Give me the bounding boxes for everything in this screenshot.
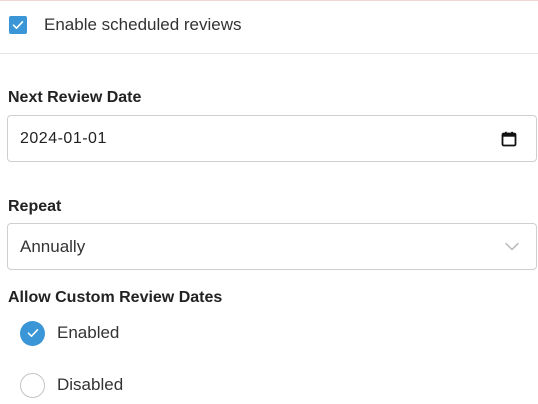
- repeat-selected-value: Annually: [20, 236, 86, 256]
- allow-custom-review-dates-label: Allow Custom Review Dates: [8, 289, 223, 306]
- top-divider: [0, 0, 538, 1]
- radio-option-enabled[interactable]: Enabled: [20, 320, 119, 346]
- next-review-date-label: Next Review Date: [8, 89, 142, 106]
- calendar-icon[interactable]: [501, 131, 517, 147]
- checkbox-checked-icon[interactable]: [9, 16, 27, 34]
- chevron-down-icon: [505, 242, 519, 251]
- radio-option-disabled[interactable]: Disabled: [20, 372, 123, 398]
- next-review-date-input[interactable]: 2024-01-01: [7, 115, 537, 162]
- radio-enabled-label: Enabled: [57, 323, 120, 342]
- radio-selected-icon[interactable]: [20, 320, 45, 346]
- radio-disabled-label: Disabled: [57, 375, 124, 394]
- next-review-date-value: 2024-01-01: [20, 129, 107, 147]
- section-divider: [0, 53, 538, 54]
- radio-unselected-icon[interactable]: [20, 372, 45, 398]
- enable-scheduled-reviews-label: Enable scheduled reviews: [44, 15, 242, 34]
- repeat-select[interactable]: Annually: [7, 223, 537, 270]
- repeat-label: Repeat: [8, 198, 62, 215]
- enable-scheduled-reviews-toggle[interactable]: Enable scheduled reviews: [9, 14, 242, 36]
